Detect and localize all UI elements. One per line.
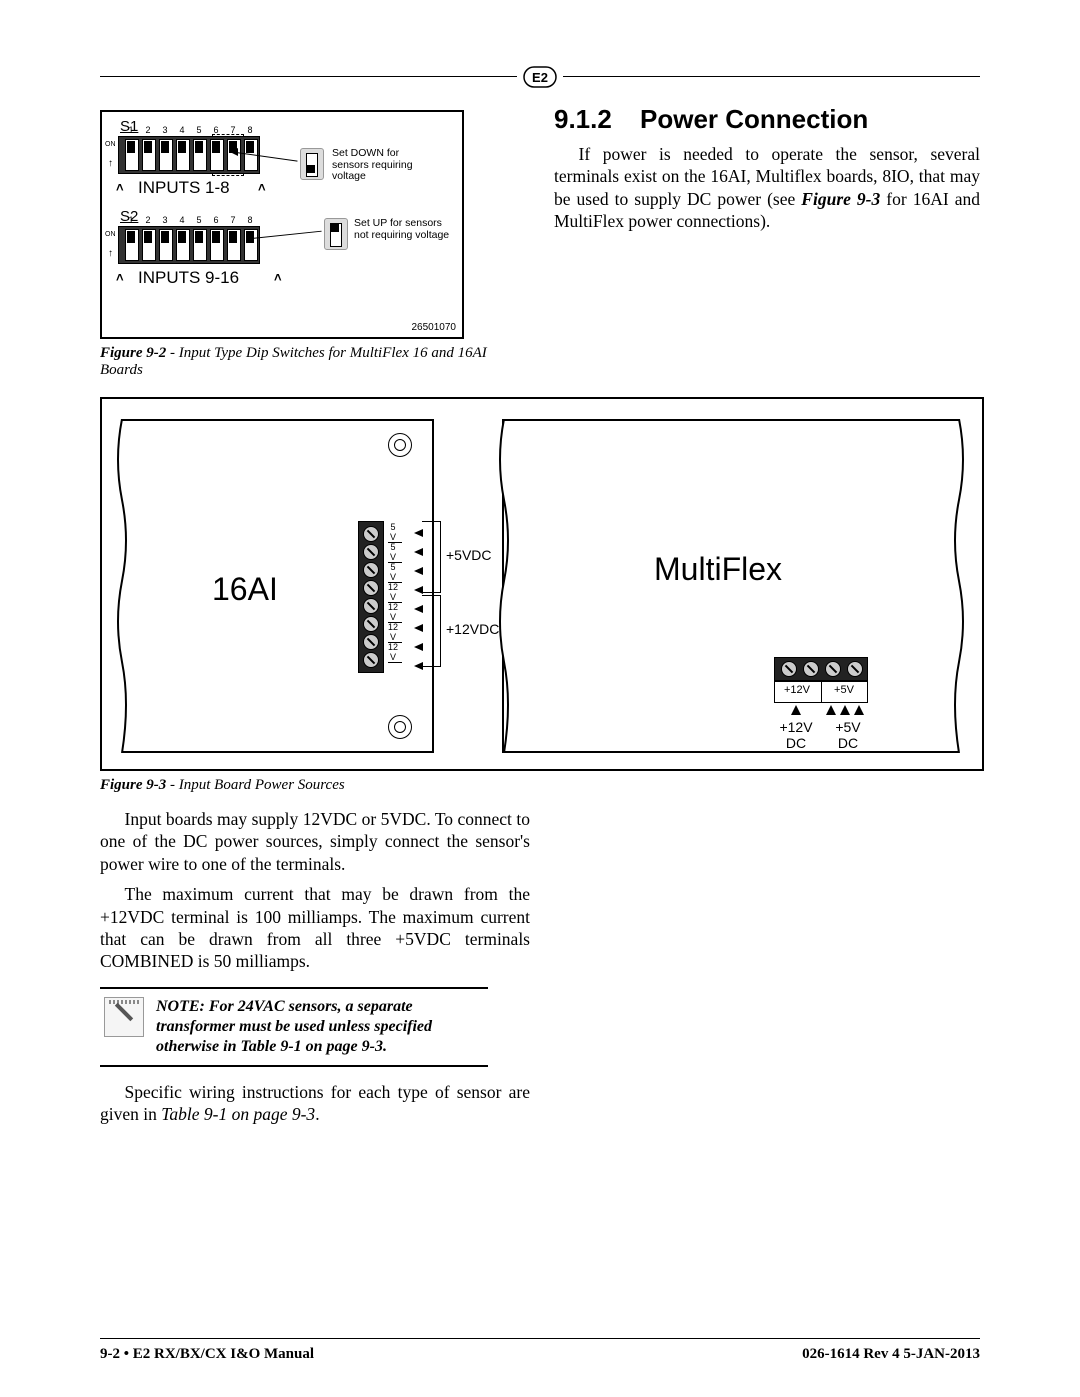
up-arrow-icon: ↑ (108, 248, 113, 259)
arrow-left-icon (414, 605, 423, 613)
dip-switch-s2: ON ↑ 12345678 (118, 226, 260, 264)
right-column: 9.1.2Power Connection If power is needed… (554, 100, 980, 393)
caret-icon: ˄ (258, 180, 266, 195)
arrow-left-icon (414, 529, 423, 537)
arrow-left-icon (414, 586, 423, 594)
arrow-left-icon (414, 567, 423, 575)
inputs-9-16-label: INPUTS 9-16 (138, 268, 239, 288)
screw-hole-icon (388, 715, 412, 739)
bottom-text-column: Input boards may supply 12VDC or 5VDC. T… (100, 808, 530, 1126)
para-specific-wiring: Specific wiring instructions for each ty… (100, 1081, 530, 1126)
label-12vdc: +12VDC (446, 621, 499, 637)
figure-9-2-diagram: S1 ON ↑ 12345678 ˄ ˄ INPUTS 1-8 S2 ON ↑ … (100, 110, 464, 339)
page-footer: 9-2 • E2 RX/BX/CX I&O Manual 026-1614 Re… (100, 1346, 980, 1363)
note-set-down: Set DOWN for sensors requiring voltage (332, 148, 432, 183)
dip-demo-down (300, 148, 324, 180)
bracket-12v (422, 595, 441, 667)
figure-9-3-diagram: 16AI 5V5V5V12V12V12V12V +5VDC +12VDC Mul… (100, 397, 984, 771)
wavy-edge-icon (114, 419, 130, 753)
label-5vdc: +5V DC (826, 719, 870, 751)
arrow-left-icon (414, 548, 423, 556)
label-5vdc: +5VDC (446, 547, 492, 563)
part-number: 26501070 (412, 322, 457, 333)
note-set-up: Set UP for sensors not requiring voltage (354, 218, 454, 241)
left-column: S1 ON ↑ 12345678 ˄ ˄ INPUTS 1-8 S2 ON ↑ … (100, 100, 526, 393)
terminal-block-16ai (358, 521, 384, 673)
dip-demo-up (324, 218, 348, 250)
arrow-left-icon (414, 662, 423, 670)
board-title-multiflex: MultiFlex (654, 551, 782, 588)
arrow-up-icon (791, 705, 801, 715)
arrowhead-icon (230, 148, 238, 156)
caret-icon: ˄ (116, 180, 124, 195)
caret-icon: ˄ (274, 270, 282, 285)
on-label: ON (105, 141, 116, 148)
arrowhead-icon (246, 234, 254, 242)
notepad-icon (104, 997, 144, 1037)
inputs-1-8-label: INPUTS 1-8 (138, 178, 230, 198)
figure-9-3-caption: Figure 9-3 - Input Board Power Sources (100, 777, 980, 794)
arrow-left-icon (414, 624, 423, 632)
leader-line (252, 231, 322, 240)
footer-right: 026-1614 Rev 4 5-JAN-2013 (802, 1346, 980, 1363)
note-box: NOTE: For 24VAC sensors, a separate tran… (100, 987, 488, 1067)
e2-logo: E2 (517, 66, 563, 93)
on-label: ON (105, 231, 116, 238)
rule-bottom (100, 1338, 980, 1339)
label-plus12v: +12V (777, 684, 817, 696)
wavy-edge-icon (496, 419, 512, 753)
arrow-left-icon (414, 643, 423, 651)
arrow-up-icon (840, 705, 850, 715)
terminal-block-multiflex (774, 657, 868, 681)
board-multiflex: MultiFlex +12V +5V +12V DC +5V DC (502, 419, 959, 753)
para-input-boards: Input boards may supply 12VDC or 5VDC. T… (100, 808, 530, 875)
bracket-5v (422, 521, 441, 593)
section-heading: 9.1.2Power Connection (554, 104, 980, 135)
manual-page: E2 S1 ON ↑ 12345678 ˄ ˄ INPUTS 1-8 S2 O (0, 0, 1080, 1397)
arrow-up-icon (854, 705, 864, 715)
arrow-up-icon (826, 705, 836, 715)
caret-icon: ˄ (116, 270, 124, 285)
up-arrow-icon: ↑ (108, 158, 113, 169)
figure-9-2-caption: Figure 9-2 - Input Type Dip Switches for… (100, 345, 526, 379)
wavy-edge-icon (951, 419, 967, 753)
para-max-current: The maximum current that may be drawn fr… (100, 883, 530, 973)
svg-text:E2: E2 (532, 70, 548, 85)
note-text: NOTE: For 24VAC sensors, a separate tran… (156, 997, 484, 1057)
board-16ai: 16AI 5V5V5V12V12V12V12V (122, 419, 434, 753)
power-paragraph: If power is needed to operate the sensor… (554, 143, 980, 233)
board-title-16ai: 16AI (212, 571, 278, 608)
footer-left: 9-2 • E2 RX/BX/CX I&O Manual (100, 1346, 314, 1363)
dip-switch-s1: ON ↑ 12345678 (118, 136, 260, 174)
two-column-layout: S1 ON ↑ 12345678 ˄ ˄ INPUTS 1-8 S2 ON ↑ … (100, 100, 980, 393)
label-12vdc: +12V DC (772, 719, 820, 751)
screw-hole-icon (388, 433, 412, 457)
label-plus5v: +5V (824, 684, 864, 696)
